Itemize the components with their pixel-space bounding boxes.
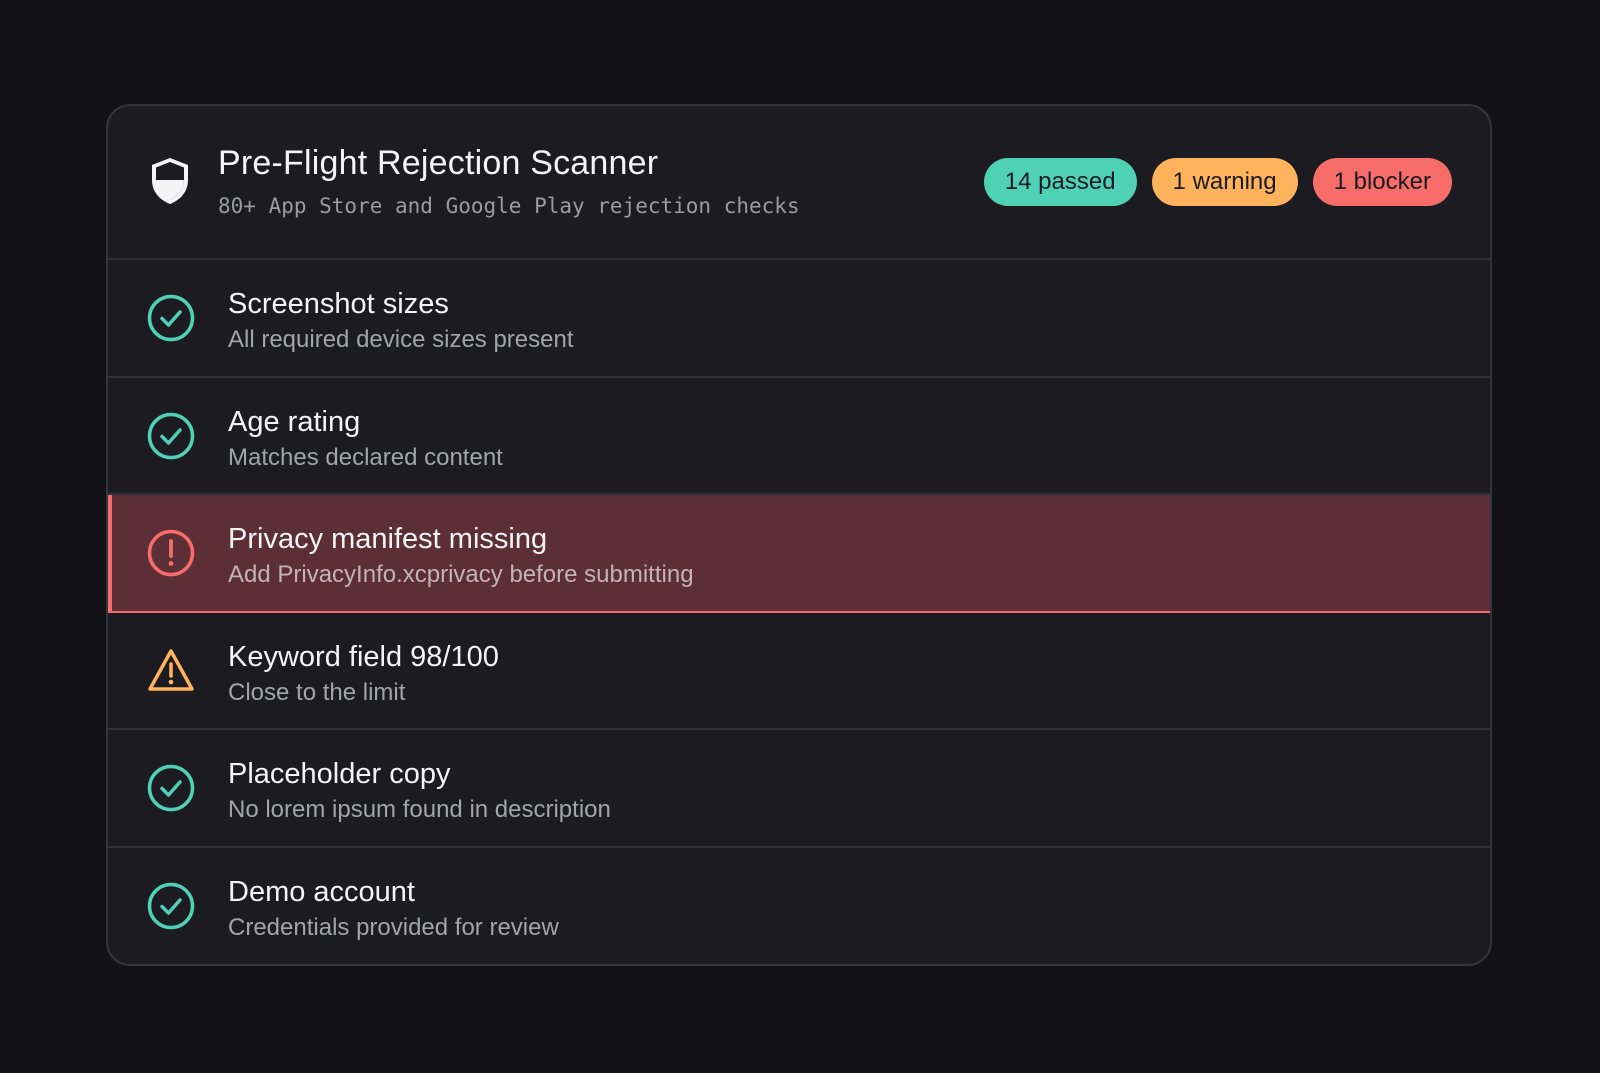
shield-icon — [152, 158, 188, 204]
passed-badge[interactable]: 14 passed — [983, 158, 1137, 206]
check-title: Keyword field 98/100 — [228, 640, 499, 673]
check-row-demo-account[interactable]: Demo account Credentials provided for re… — [108, 848, 1490, 965]
check-row-age-rating[interactable]: Age rating Matches declared content — [108, 378, 1490, 495]
check-title: Privacy manifest missing — [228, 523, 548, 555]
check-row-screenshot-sizes[interactable]: Screenshot sizes All required device siz… — [108, 260, 1490, 378]
check-row-privacy-manifest[interactable]: Privacy manifest missing Add PrivacyInfo… — [108, 495, 1490, 613]
check-title: Demo account — [228, 875, 415, 908]
check-row-keyword-field[interactable]: Keyword field 98/100 Close to the limit — [108, 613, 1490, 730]
blocker-badge[interactable]: 1 blocker — [1312, 158, 1452, 206]
warning-triangle-icon — [148, 648, 194, 691]
check-description: Credentials provided for review — [228, 913, 559, 941]
check-row-placeholder-copy[interactable]: Placeholder copy No lorem ipsum found in… — [108, 730, 1490, 848]
warning-badge[interactable]: 1 warning — [1151, 158, 1298, 206]
scanner-header: Pre-Flight Rejection Scanner 80+ App Sto… — [108, 106, 1490, 260]
check-circle-icon — [147, 764, 195, 812]
check-title: Screenshot sizes — [228, 288, 449, 320]
summary-badges: 14 passed 1 warning 1 blocker — [983, 158, 1452, 206]
check-title: Age rating — [228, 405, 361, 438]
check-description: Close to the limit — [228, 678, 406, 706]
alert-circle-icon — [147, 529, 195, 577]
check-description: All required device sizes present — [228, 326, 574, 353]
check-circle-icon — [147, 882, 195, 929]
page-subtitle: 80+ App Store and Google Play rejection … — [218, 194, 800, 218]
page-title: Pre-Flight Rejection Scanner — [218, 144, 659, 182]
check-description: Add PrivacyInfo.xcprivacy before submitt… — [228, 561, 694, 588]
check-circle-icon — [147, 412, 195, 459]
check-title: Placeholder copy — [228, 758, 451, 790]
check-description: No lorem ipsum found in description — [228, 796, 611, 823]
check-circle-icon — [147, 294, 195, 342]
check-description: Matches declared content — [228, 443, 503, 471]
scanner-card: Pre-Flight Rejection Scanner 80+ App Sto… — [106, 104, 1492, 966]
